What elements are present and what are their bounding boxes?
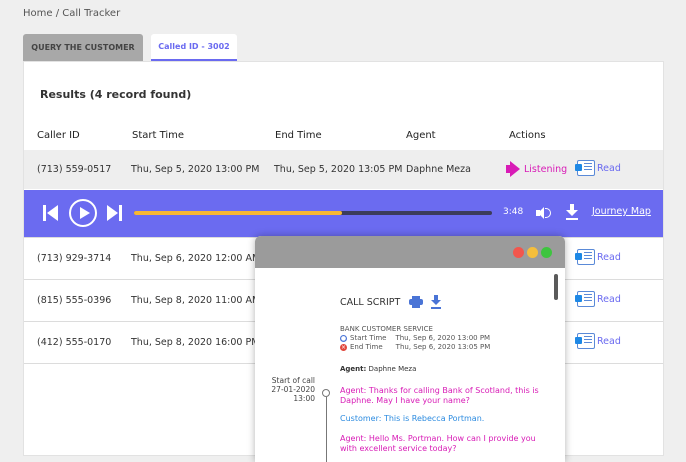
- service-name: BANK CUSTOMER SERVICE: [340, 325, 433, 333]
- listening-button[interactable]: Listening: [506, 161, 567, 177]
- transcript-message: Customer: This is Rebecca Portman.: [340, 414, 485, 423]
- transcript-message: Agent: Hello Ms. Portman. How can I prov…: [340, 434, 536, 453]
- popup-titlebar[interactable]: [255, 236, 565, 268]
- timeline-node: [322, 389, 330, 397]
- caller-id-cell: (713) 929-3714: [37, 253, 112, 264]
- skip-back-icon[interactable]: [43, 203, 59, 223]
- end-time-value: Thu, Sep 6, 2020 13:05 PM: [395, 343, 491, 351]
- breadcrumb: Home / Call Tracker: [23, 8, 121, 19]
- header-start-time: Start Time: [132, 130, 185, 141]
- scrollbar[interactable]: [554, 274, 558, 300]
- end-time-cell: Thu, Sep 5, 2020 13:05 PM: [274, 164, 403, 175]
- stop-icon: ×: [340, 343, 347, 351]
- tab-called-id[interactable]: Called ID - 3002: [151, 34, 237, 61]
- read-label: Read: [597, 251, 621, 263]
- speaker-icon: [506, 161, 520, 177]
- tab-query-the-customer[interactable]: QUERY THE CUSTOMER: [23, 34, 143, 61]
- agent-line: Agent: Daphne Meza: [340, 365, 416, 373]
- start-time-value: Thu, Sep 6, 2020 13:00 PM: [395, 334, 491, 342]
- maximize-icon[interactable]: [541, 247, 552, 258]
- start-time-cell: Thu, Sep 5, 2020 13:00 PM: [131, 164, 260, 175]
- play-icon[interactable]: [69, 199, 97, 227]
- close-icon[interactable]: [513, 247, 524, 258]
- document-icon: [575, 291, 595, 307]
- results-title: Results (4 record found): [40, 88, 192, 101]
- header-agent: Agent: [406, 130, 436, 141]
- print-icon[interactable]: [409, 296, 423, 308]
- start-of-call-label: Start of call: [271, 376, 315, 385]
- header-end-time: End Time: [275, 130, 322, 141]
- read-button[interactable]: Read: [575, 291, 621, 307]
- header-caller-id: Caller ID: [37, 130, 80, 141]
- table-row[interactable]: (713) 559-0517 Thu, Sep 5, 2020 13:00 PM…: [24, 150, 663, 189]
- minimize-icon[interactable]: [527, 247, 538, 258]
- agent-cell: Daphne Meza: [406, 164, 471, 175]
- volume-icon[interactable]: [536, 206, 552, 220]
- start-time-cell: Thu, Sep 6, 2020 12:00 AM: [131, 253, 261, 264]
- start-time-cell: Thu, Sep 8, 2020 11:00 AM: [131, 295, 261, 306]
- transcript-message: Agent: Thanks for calling Bank of Scotla…: [340, 386, 539, 405]
- read-label: Read: [597, 335, 621, 347]
- download-icon[interactable]: [431, 295, 441, 309]
- progress-fill: [134, 211, 342, 215]
- progress-bar[interactable]: [134, 211, 492, 215]
- agent-label: Agent:: [340, 365, 367, 373]
- read-button[interactable]: Read: [575, 160, 621, 176]
- clock-icon: ●: [340, 334, 347, 342]
- document-icon: [575, 160, 595, 176]
- read-label: Read: [597, 293, 621, 305]
- start-time-row: ● Start Time Thu, Sep 6, 2020 13:00 PM: [340, 334, 490, 342]
- call-time: 13:00: [293, 394, 315, 403]
- start-time-cell: Thu, Sep 8, 2020 16:00 PM: [131, 337, 260, 348]
- playback-time: 3:48: [503, 207, 524, 217]
- download-icon[interactable]: [566, 204, 578, 220]
- listening-label: Listening: [524, 163, 568, 175]
- call-script-title: CALL SCRIPT: [340, 297, 401, 308]
- audio-player: 3:48 Journey Map: [24, 190, 663, 237]
- skip-forward-icon[interactable]: [107, 203, 123, 223]
- header-actions: Actions: [509, 130, 546, 141]
- end-time-label: End Time: [350, 343, 383, 351]
- call-script-popup: CALL SCRIPT BANK CUSTOMER SERVICE ● Star…: [255, 236, 565, 462]
- read-button[interactable]: Read: [575, 249, 621, 265]
- end-time-row: × End Time Thu, Sep 6, 2020 13:05 PM: [340, 343, 490, 351]
- journey-map-link[interactable]: Journey Map: [592, 206, 651, 217]
- start-of-call: Start of call 27-01-2020 13:00: [260, 376, 315, 403]
- document-icon: [575, 249, 595, 265]
- agent-name: Daphne Meza: [368, 365, 417, 373]
- read-button[interactable]: Read: [575, 333, 621, 349]
- caller-id-cell: (713) 559-0517: [37, 164, 112, 175]
- caller-id-cell: (412) 555-0170: [37, 337, 112, 348]
- document-icon: [575, 333, 595, 349]
- start-time-label: Start Time: [350, 334, 387, 342]
- caller-id-cell: (815) 555-0396: [37, 295, 112, 306]
- timeline-line: [326, 397, 327, 462]
- call-date: 27-01-2020: [271, 385, 315, 394]
- read-label: Read: [597, 162, 621, 174]
